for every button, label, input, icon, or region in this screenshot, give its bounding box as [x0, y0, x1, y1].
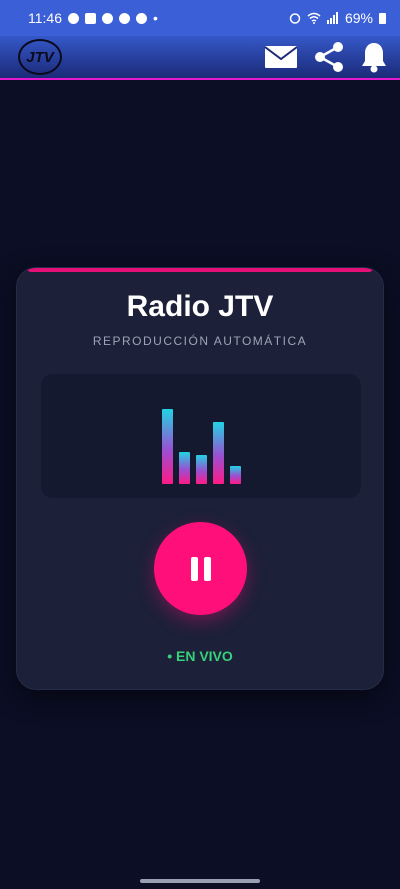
visualizer-bar	[178, 452, 190, 484]
chat-icon	[85, 12, 96, 24]
card-accent-line	[27, 268, 373, 272]
status-bar: 11:46 • 69%	[0, 0, 400, 36]
logo-text: JTV	[26, 48, 54, 66]
audio-visualizer	[41, 374, 361, 498]
app-bar: JTV	[0, 36, 400, 80]
status-time: 11:46	[28, 10, 62, 26]
signal-icon	[326, 12, 338, 24]
alarm-icon	[289, 13, 301, 24]
pause-icon	[190, 556, 211, 581]
home-indicator[interactable]	[140, 879, 260, 883]
visualizer-bar	[161, 409, 173, 484]
live-indicator: • EN VIVO	[167, 648, 233, 664]
app-icon	[119, 12, 130, 24]
mail-icon[interactable]	[264, 44, 298, 70]
app-icon	[136, 12, 147, 24]
player-card: Radio JTV REPRODUCCIÓN AUTOMÁTICA • EN V…	[16, 267, 384, 690]
app-logo[interactable]: JTV	[18, 39, 62, 75]
pause-button[interactable]	[154, 522, 247, 615]
bell-icon[interactable]	[360, 41, 388, 73]
battery-icon	[379, 12, 386, 24]
visualizer-bar	[195, 455, 207, 484]
wifi-icon	[307, 12, 321, 24]
battery-percent: 69%	[344, 10, 373, 26]
facebook-icon	[68, 12, 79, 24]
visualizer-bar	[229, 466, 241, 484]
share-icon[interactable]	[312, 40, 346, 74]
app-icon	[102, 12, 113, 24]
autoplay-subtitle: REPRODUCCIÓN AUTOMÁTICA	[92, 334, 308, 348]
station-title: Radio JTV	[126, 290, 274, 323]
status-dot: •	[153, 10, 158, 26]
visualizer-bar	[212, 422, 224, 484]
